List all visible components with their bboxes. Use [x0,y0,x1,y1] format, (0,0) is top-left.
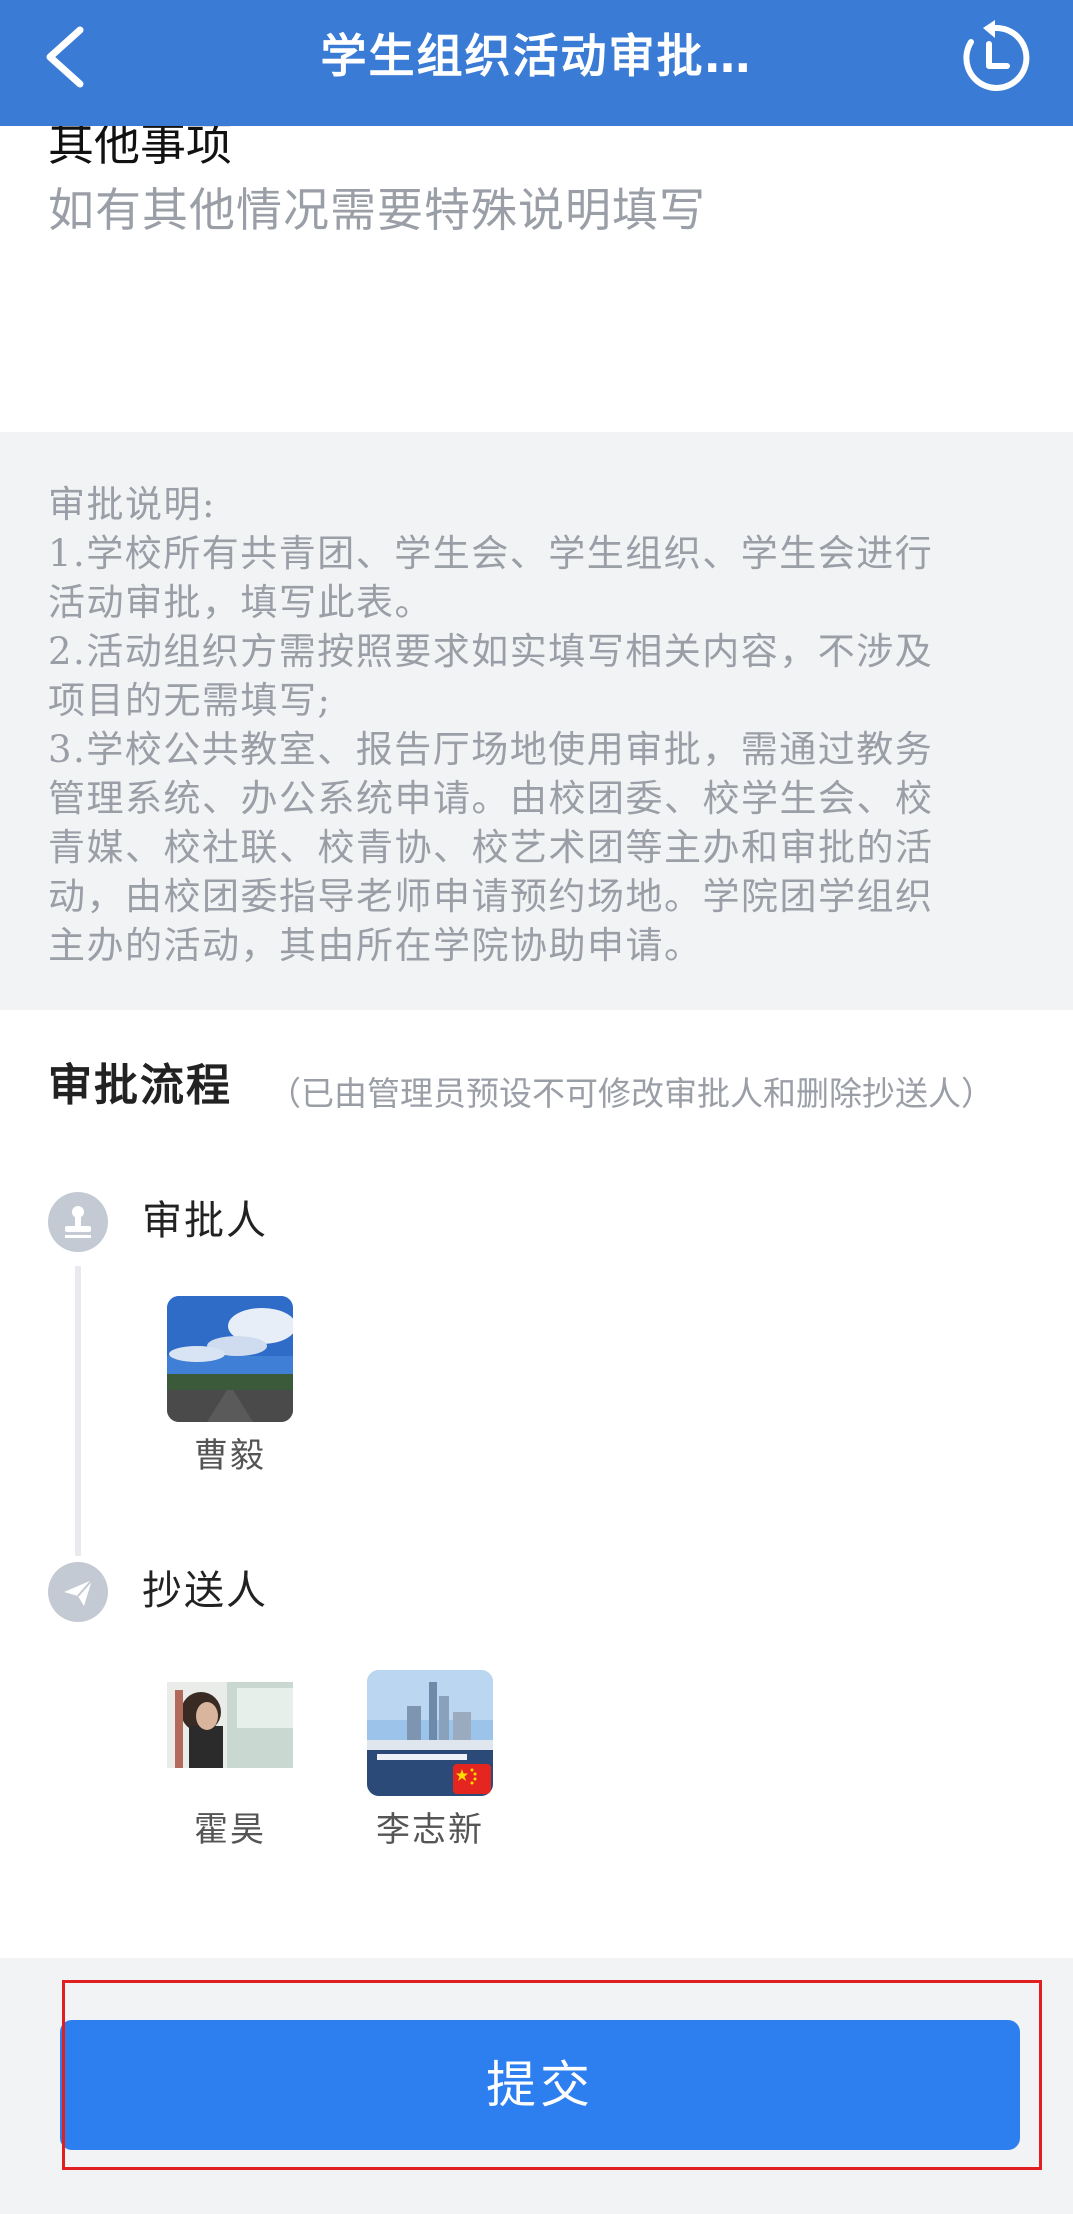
notes-line: 2.活动组织方需按照要求如实填写相关内容，不涉及 [48,630,934,673]
flow-connector-line [75,1266,81,1556]
avatar [367,1670,493,1796]
approver-label: 审批人 [142,1198,268,1244]
chevron-left-icon[interactable] [38,22,98,92]
stamp-icon [48,1192,108,1252]
cc-name: 霍昊 [194,1810,266,1850]
notes-line: 管理系统、办公系统申请。由校团委、校学生会、校 [48,777,934,820]
notes-line: 项目的无需填写; [48,679,332,722]
notes-line: 动，由校团委指导老师申请预约场地。学院团学组织 [48,875,934,918]
cc-person[interactable]: 李志新 [365,1670,495,1852]
approval-notes: 审批说明: 1.学校所有共青团、学生会、学生组织、学生会进行 活动审批，填写此表… [0,432,1073,1010]
china-flag-icon [453,1764,491,1794]
other-matters-input[interactable]: 如有其他情况需要特殊说明填写 [48,180,706,240]
approval-flow-note: （已由管理员预设不可修改审批人和删除抄送人） [268,1074,994,1113]
approver-person[interactable]: 曹毅 [165,1296,295,1478]
avatar [167,1670,293,1796]
top-nav-bar: 学生组织活动审批… [0,0,1073,126]
notes-line: 审批说明: [48,483,216,526]
approver-name: 曹毅 [194,1436,266,1476]
avatar [167,1296,293,1422]
approval-flow-title: 审批流程 [48,1060,232,1111]
cc-label: 抄送人 [142,1568,268,1614]
notes-line: 活动审批，填写此表。 [48,581,433,624]
highlight-box [62,1980,1042,2170]
history-clock-icon[interactable] [957,20,1033,96]
cc-name: 李志新 [376,1810,484,1850]
notes-line: 青媒、校社联、校青协、校艺术团等主办和审批的活 [48,826,934,869]
page-title: 学生组织活动审批… [320,29,753,83]
other-matters-field[interactable]: 其他事项 如有其他情况需要特殊说明填写 [0,117,1073,432]
approval-notes-text: 审批说明: 1.学校所有共青团、学生会、学生组织、学生会进行 活动审批，填写此表… [48,480,1028,970]
cc-person[interactable]: 霍昊 [165,1670,295,1852]
footer-bar: 提交 [0,1958,1073,2214]
notes-line: 1.学校所有共青团、学生会、学生组织、学生会进行 [48,532,934,575]
notes-line: 主办的活动，其由所在学院协助申请。 [48,924,703,967]
notes-line: 3.学校公共教室、报告厅场地使用审批，需通过教务 [48,728,934,771]
approval-flow-section: 审批流程 （已由管理员预设不可修改审批人和删除抄送人） 审批人 曹毅 抄送人 霍… [0,1010,1073,1958]
paper-plane-icon [48,1562,108,1622]
